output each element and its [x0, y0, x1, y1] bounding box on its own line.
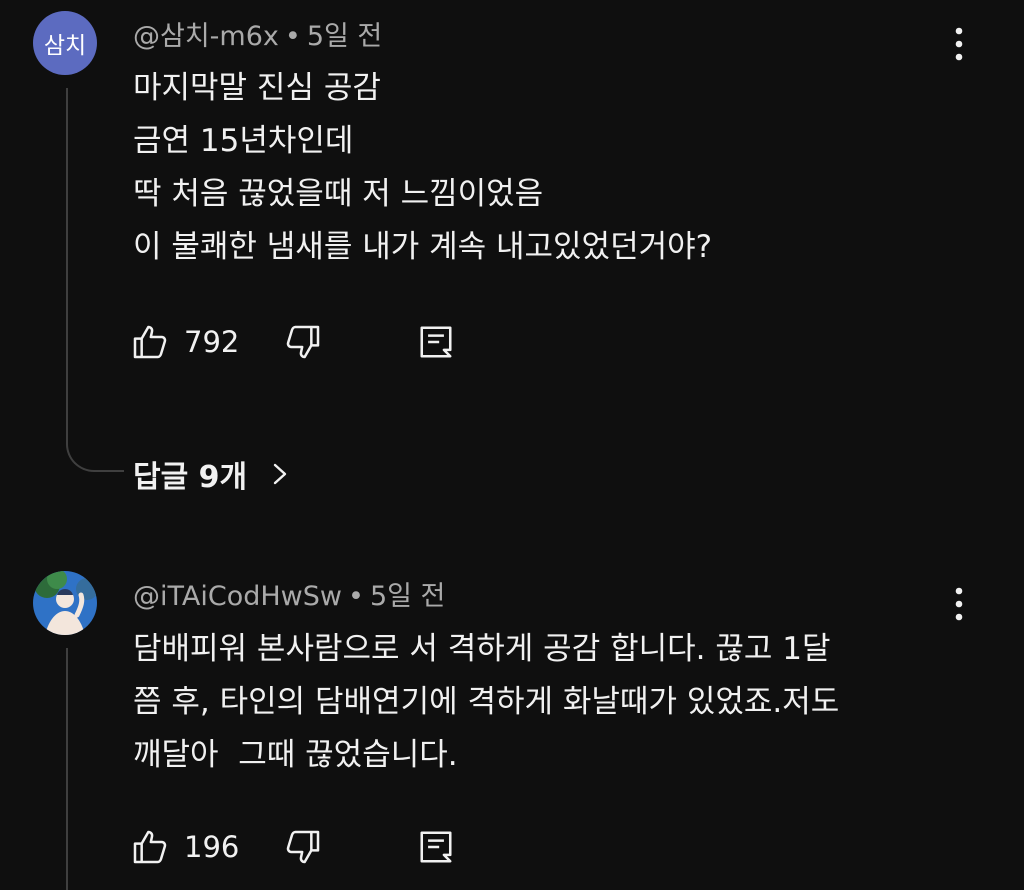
- avatar[interactable]: [33, 571, 97, 635]
- meta-separator: •: [284, 21, 301, 52]
- comment-line: 이 불쾌한 냄새를 내가 계속 내고있었던거야?: [133, 229, 713, 265]
- avatar[interactable]: 삼치: [33, 11, 97, 75]
- comment-meta: @iTAiCodHwSw • 5일 전: [133, 574, 445, 613]
- dislike-button[interactable]: [283, 827, 323, 867]
- comment-line: 깨달아 그때 끊었습니다.: [133, 737, 458, 773]
- thread-line: [66, 88, 68, 433]
- avatar-image: [33, 571, 97, 635]
- reply-icon: [420, 326, 452, 358]
- replies-button[interactable]: 답글 9개: [133, 452, 291, 496]
- comment-actions: 792: [130, 317, 455, 367]
- comment-line: 쯤 후, 타인의 담배연기에 격하게 화날때가 있었죠.저도: [133, 684, 840, 720]
- more-options-button[interactable]: [945, 584, 973, 624]
- reply-button[interactable]: [417, 322, 455, 362]
- thread-line: [66, 648, 68, 890]
- reply-button[interactable]: [417, 827, 455, 867]
- dislike-icon: [287, 830, 320, 864]
- comment-line: 딱 처음 끊었을때 저 느낌이었음: [133, 176, 544, 212]
- more-options-button[interactable]: [945, 24, 973, 64]
- avatar-initials: 삼치: [43, 33, 87, 59]
- like-count: 792: [184, 325, 240, 359]
- like-button[interactable]: 792: [130, 322, 239, 362]
- author-name[interactable]: @삼치-m6x: [133, 21, 279, 52]
- dislike-button[interactable]: [283, 322, 323, 362]
- comment-time[interactable]: 5일 전: [307, 21, 382, 52]
- reply-icon: [420, 831, 452, 863]
- comment-actions: 196: [130, 822, 455, 872]
- comment-text: 마지막말 진심 공감금연 15년차인데딱 처음 끊었을때 저 느낌이었음이 불쾌…: [133, 62, 712, 274]
- chevron-right-icon: [273, 463, 287, 485]
- comment-line: 마지막말 진심 공감: [133, 70, 381, 106]
- more-vert-icon: [955, 27, 963, 61]
- comment-time[interactable]: 5일 전: [370, 581, 445, 612]
- like-icon: [133, 830, 167, 864]
- comment-line: 담배피워 본사람으로 서 격하게 공감 합니다. 끊고 1달: [133, 631, 831, 667]
- author-name[interactable]: @iTAiCodHwSw: [133, 581, 342, 612]
- replies-label: 답글 9개: [133, 460, 248, 495]
- more-vert-icon: [955, 587, 963, 621]
- like-icon: [133, 325, 167, 359]
- like-count: 196: [184, 830, 240, 864]
- comment-meta: @삼치-m6x • 5일 전: [133, 14, 382, 53]
- like-button[interactable]: 196: [130, 827, 239, 867]
- comment-line: 금연 15년차인데: [133, 123, 354, 159]
- dislike-icon: [287, 325, 320, 359]
- thread-connector: [66, 430, 124, 472]
- meta-separator: •: [348, 581, 364, 612]
- comment-text: 담배피워 본사람으로 서 격하게 공감 합니다. 끊고 1달쯤 후, 타인의 담…: [133, 623, 839, 782]
